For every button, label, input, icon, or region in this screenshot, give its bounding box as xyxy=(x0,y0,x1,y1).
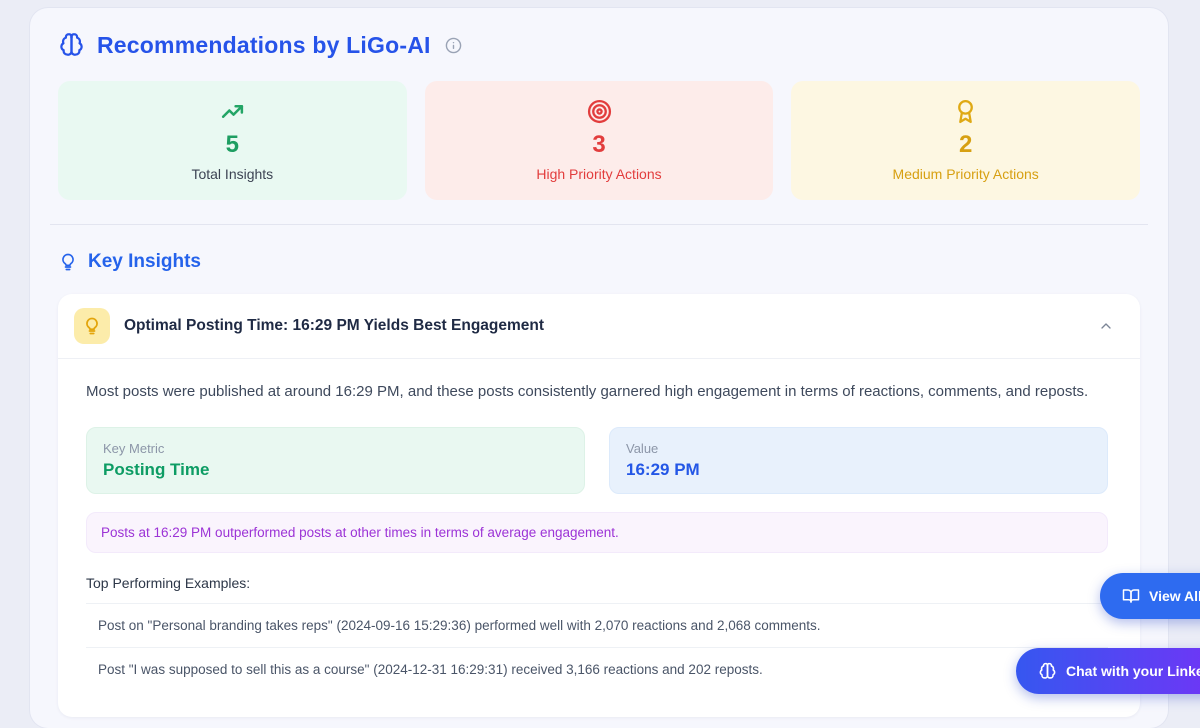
insight-card: Optimal Posting Time: 16:29 PM Yields Be… xyxy=(58,294,1140,717)
metric-cards: Key Metric Posting Time Value 16:29 PM xyxy=(86,427,1108,494)
chat-button[interactable]: Chat with your LinkedIn xyxy=(1016,648,1200,694)
stat-value: 5 xyxy=(226,131,239,159)
stat-value: 3 xyxy=(592,131,605,159)
open-book-icon xyxy=(1122,587,1140,605)
trending-up-icon xyxy=(220,99,245,124)
lightbulb-icon xyxy=(58,252,78,272)
key-metric-label: Key Metric xyxy=(103,441,568,456)
brain-icon xyxy=(1038,662,1057,681)
insight-card-header[interactable]: Optimal Posting Time: 16:29 PM Yields Be… xyxy=(58,294,1140,358)
stat-label: Total Insights xyxy=(191,166,273,182)
key-insights-heading: Key Insights xyxy=(58,251,1140,273)
target-icon xyxy=(587,99,612,124)
info-icon[interactable] xyxy=(445,37,462,54)
stats-row: 5 Total Insights 3 High Priority Actions… xyxy=(58,81,1140,200)
stat-value: 2 xyxy=(959,131,972,159)
view-all-button[interactable]: View All xyxy=(1100,573,1200,619)
section-divider xyxy=(50,224,1148,225)
stat-card-total-insights: 5 Total Insights xyxy=(58,81,407,200)
award-icon xyxy=(953,99,978,124)
stat-card-high-priority: 3 High Priority Actions xyxy=(425,81,774,200)
insight-title: Optimal Posting Time: 16:29 PM Yields Be… xyxy=(124,317,1084,335)
key-metric-value: Posting Time xyxy=(103,460,568,480)
stat-card-medium-priority: 2 Medium Priority Actions xyxy=(791,81,1140,200)
brain-icon xyxy=(58,32,85,59)
page-header: Recommendations by LiGo-AI xyxy=(58,32,1140,59)
key-insights-title: Key Insights xyxy=(88,251,201,273)
value-metric-label: Value xyxy=(626,441,1091,456)
chevron-up-icon[interactable] xyxy=(1098,318,1114,334)
key-metric-card: Key Metric Posting Time xyxy=(86,427,585,494)
stat-label: High Priority Actions xyxy=(536,166,661,182)
lightbulb-icon xyxy=(74,308,110,344)
highlight-banner: Posts at 16:29 PM outperformed posts at … xyxy=(86,512,1108,553)
chat-label: Chat with your LinkedIn xyxy=(1066,663,1200,679)
examples-list: Post on "Personal branding takes reps" (… xyxy=(86,603,1108,691)
recommendations-panel: Recommendations by LiGo-AI 5 Total Insig… xyxy=(30,8,1168,728)
insight-card-body: Most posts were published at around 16:2… xyxy=(58,359,1140,709)
insight-description: Most posts were published at around 16:2… xyxy=(86,379,1096,405)
value-metric-card: Value 16:29 PM xyxy=(609,427,1108,494)
examples-label: Top Performing Examples: xyxy=(86,575,1108,591)
view-all-label: View All xyxy=(1149,588,1200,604)
value-metric-value: 16:29 PM xyxy=(626,460,1091,480)
list-item: Post "I was supposed to sell this as a c… xyxy=(86,648,1108,691)
stat-label: Medium Priority Actions xyxy=(893,166,1039,182)
page-title: Recommendations by LiGo-AI xyxy=(97,32,431,59)
list-item: Post on "Personal branding takes reps" (… xyxy=(86,604,1108,647)
